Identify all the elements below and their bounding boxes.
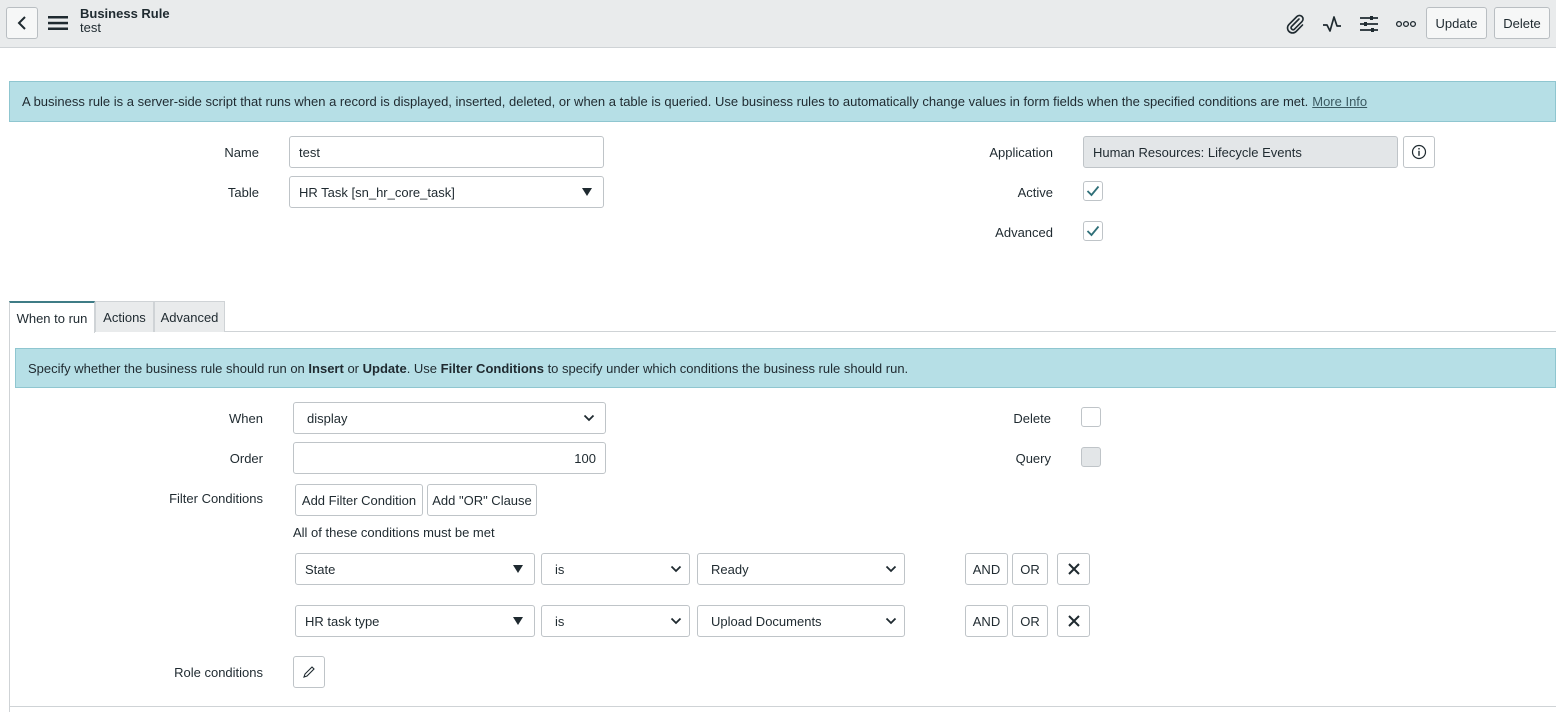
condition-operator-value: is bbox=[555, 561, 565, 577]
caret-down-icon bbox=[513, 565, 523, 573]
tab-actions[interactable]: Actions bbox=[95, 301, 154, 332]
condition-and-button[interactable]: AND bbox=[965, 553, 1008, 585]
banner-text-3: to specify under which conditions the bu… bbox=[547, 360, 909, 376]
table-select[interactable]: HR Task [sn_hr_core_task] bbox=[289, 176, 604, 208]
condition-value-select[interactable]: Upload Documents bbox=[697, 605, 905, 637]
delete-button[interactable]: Delete bbox=[1494, 7, 1550, 39]
delete-label: Delete bbox=[1013, 411, 1051, 426]
chevron-down-icon bbox=[885, 565, 897, 573]
name-input[interactable]: test bbox=[289, 136, 604, 168]
tab-when-to-run[interactable]: When to run bbox=[9, 301, 95, 333]
close-icon bbox=[1067, 563, 1080, 575]
condition-remove-button[interactable] bbox=[1057, 605, 1090, 637]
delete-checkbox[interactable] bbox=[1081, 407, 1101, 427]
banner-update: Update bbox=[362, 360, 407, 376]
sliders-icon bbox=[1360, 16, 1378, 32]
checkmark-icon bbox=[1086, 225, 1100, 237]
condition-field-select[interactable]: State bbox=[295, 553, 535, 585]
checkmark-icon bbox=[1086, 185, 1100, 197]
caret-down-icon bbox=[582, 188, 592, 196]
activity-button[interactable] bbox=[1319, 11, 1345, 37]
order-input[interactable]: 100 bbox=[293, 442, 606, 474]
record-name: test bbox=[80, 20, 101, 35]
chevron-down-icon bbox=[885, 617, 897, 625]
name-input-value: test bbox=[299, 144, 320, 160]
more-dots-icon bbox=[1395, 20, 1417, 28]
application-value: Human Resources: Lifecycle Events bbox=[1093, 144, 1302, 160]
form-header: Business Rule test Update Delete bbox=[0, 0, 1556, 48]
condition-operator-select[interactable]: is bbox=[541, 553, 690, 585]
active-checkbox[interactable] bbox=[1083, 181, 1103, 201]
page-title: Business Rule bbox=[80, 6, 170, 21]
update-button[interactable]: Update bbox=[1426, 7, 1487, 39]
conditions-note: All of these conditions must be met bbox=[293, 525, 495, 540]
info-banner: A business rule is a server-side script … bbox=[9, 81, 1556, 122]
activity-pulse-icon bbox=[1323, 16, 1341, 32]
table-select-value: HR Task [sn_hr_core_task] bbox=[299, 184, 455, 200]
banner-text-or: or bbox=[347, 360, 359, 376]
name-label: Name bbox=[224, 145, 259, 160]
condition-and-button[interactable]: AND bbox=[965, 605, 1008, 637]
condition-or-button[interactable]: OR bbox=[1012, 605, 1048, 637]
when-to-run-banner: Specify whether the business rule should… bbox=[15, 348, 1556, 388]
condition-field-value: State bbox=[305, 561, 336, 577]
close-icon bbox=[1067, 615, 1080, 627]
edit-role-conditions-button[interactable] bbox=[293, 656, 325, 688]
role-conditions-label: Role conditions bbox=[174, 665, 263, 680]
condition-value: Ready bbox=[711, 561, 749, 577]
advanced-checkbox[interactable] bbox=[1083, 221, 1103, 241]
application-label: Application bbox=[989, 145, 1053, 160]
pencil-icon bbox=[303, 666, 315, 678]
context-menu-button[interactable] bbox=[46, 12, 70, 34]
paperclip-icon bbox=[1286, 14, 1304, 34]
back-button[interactable] bbox=[6, 7, 38, 39]
add-filter-condition-button[interactable]: Add Filter Condition bbox=[295, 484, 423, 516]
banner-text-2: . Use bbox=[406, 360, 438, 376]
tabs-divider bbox=[9, 331, 1556, 332]
add-or-clause-button[interactable]: Add "OR" Clause bbox=[427, 484, 537, 516]
tab-advanced[interactable]: Advanced bbox=[154, 301, 225, 332]
banner-text-1: Specify whether the business rule should… bbox=[28, 360, 305, 376]
hamburger-menu-icon bbox=[48, 16, 68, 30]
active-label: Active bbox=[1017, 185, 1053, 200]
more-info-link[interactable]: More Info bbox=[1312, 94, 1367, 109]
condition-operator-value: is bbox=[555, 613, 565, 629]
tab-panel-border-bottom bbox=[9, 706, 1556, 707]
chevron-left-icon bbox=[17, 16, 26, 30]
condition-value: Upload Documents bbox=[711, 613, 822, 629]
condition-or-button[interactable]: OR bbox=[1012, 553, 1048, 585]
order-input-value: 100 bbox=[574, 450, 596, 466]
info-banner-text: A business rule is a server-side script … bbox=[22, 94, 1309, 109]
advanced-label: Advanced bbox=[995, 225, 1053, 240]
chevron-down-icon bbox=[670, 565, 682, 573]
condition-remove-button[interactable] bbox=[1057, 553, 1090, 585]
banner-filter: Filter Conditions bbox=[440, 360, 544, 376]
application-field: Human Resources: Lifecycle Events bbox=[1083, 136, 1398, 168]
order-label: Order bbox=[229, 451, 263, 466]
application-info-button[interactable] bbox=[1403, 136, 1435, 168]
when-select-value: display bbox=[307, 410, 348, 426]
query-checkbox bbox=[1081, 447, 1101, 467]
query-label: Query bbox=[1015, 451, 1051, 466]
when-select[interactable]: display bbox=[293, 402, 606, 434]
condition-operator-select[interactable]: is bbox=[541, 605, 690, 637]
chevron-down-icon bbox=[670, 617, 682, 625]
info-circle-icon bbox=[1411, 144, 1427, 160]
when-label: When bbox=[229, 411, 263, 426]
condition-field-select[interactable]: HR task type bbox=[295, 605, 535, 637]
personalize-form-button[interactable] bbox=[1356, 11, 1382, 37]
banner-insert: Insert bbox=[308, 360, 344, 376]
tab-panel-border bbox=[9, 332, 10, 712]
condition-field-value: HR task type bbox=[305, 613, 380, 629]
condition-value-select[interactable]: Ready bbox=[697, 553, 905, 585]
chevron-down-icon bbox=[583, 414, 595, 422]
attachment-button[interactable] bbox=[1282, 11, 1308, 37]
filter-conditions-label: Filter Conditions bbox=[169, 491, 263, 506]
header-title-block: Business Rule test bbox=[80, 7, 170, 35]
table-label: Table bbox=[227, 185, 259, 200]
more-options-button[interactable] bbox=[1393, 11, 1419, 37]
caret-down-icon bbox=[513, 617, 523, 625]
